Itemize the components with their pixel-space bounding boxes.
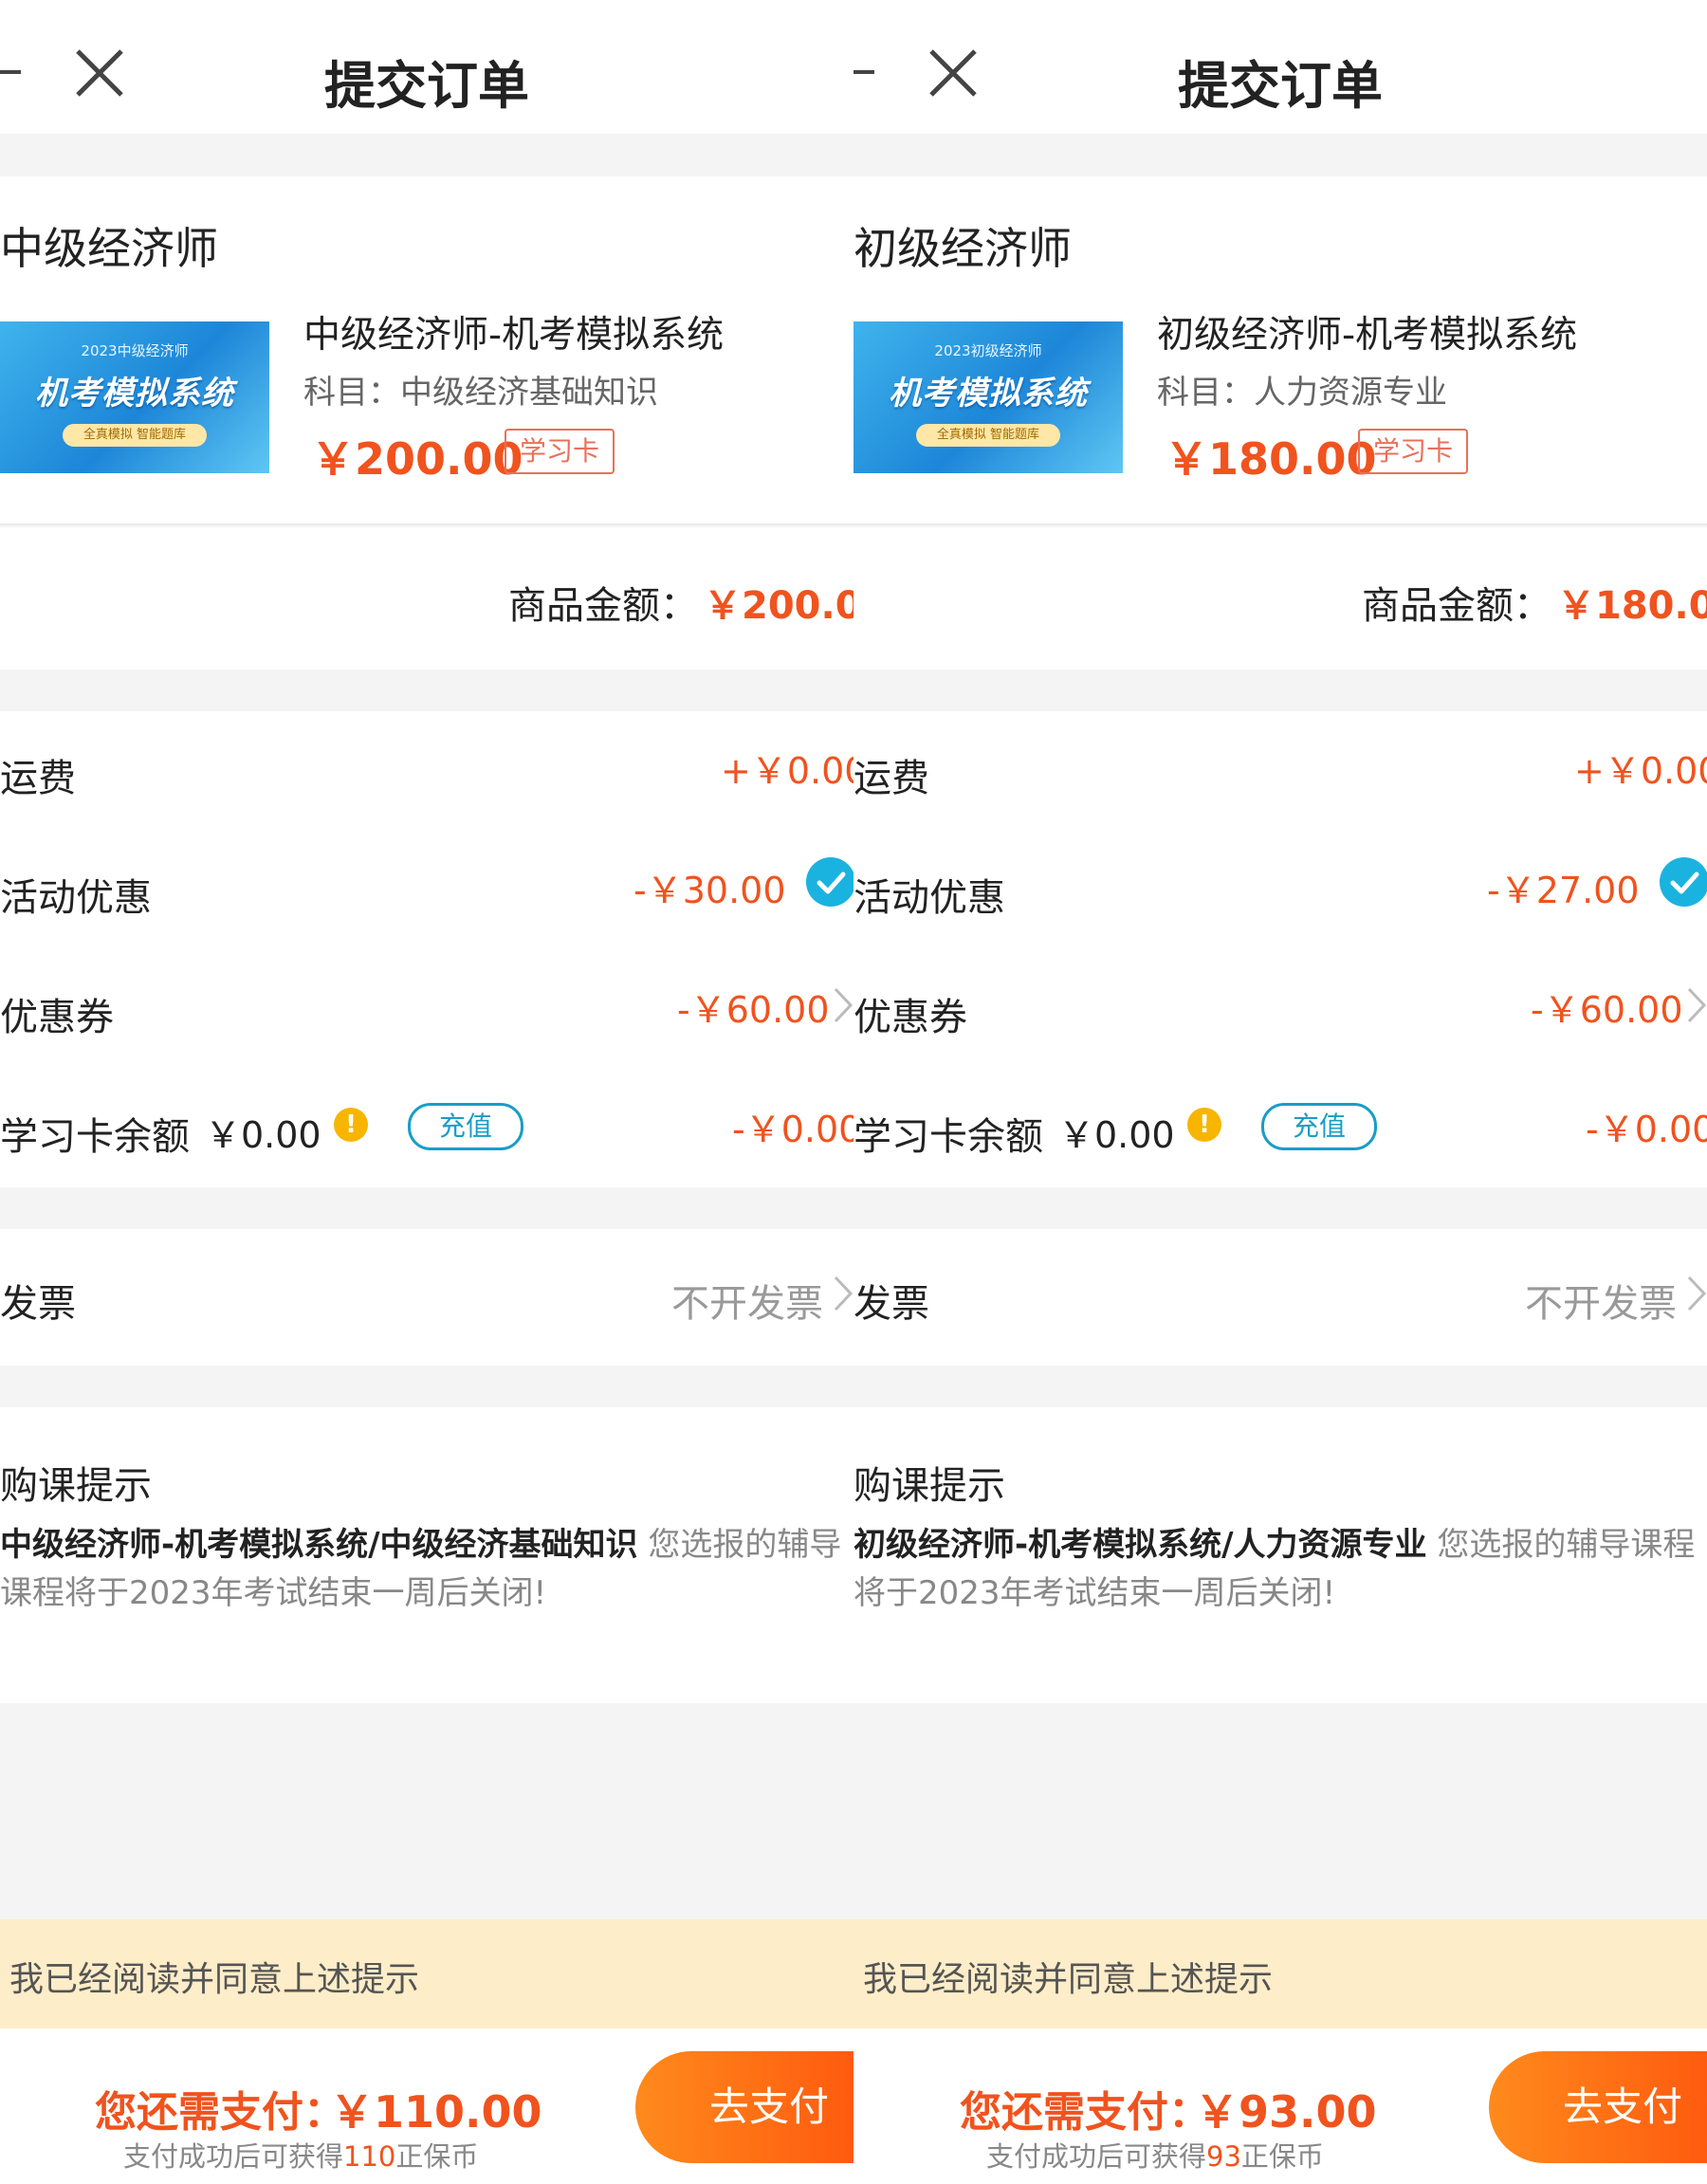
product-subject: 科目：人力资源专业 — [1157, 366, 1447, 413]
study-card-badge: 学习卡 — [1358, 429, 1468, 474]
thumbnail-tag-text: 全真模拟 智能题库 — [63, 424, 207, 447]
coupon-label: 优惠券 — [854, 986, 967, 1041]
info-icon[interactable]: ! — [1187, 1108, 1221, 1142]
invoice-row[interactable]: 发票 不开发票 — [0, 1229, 854, 1366]
thumbnail-year-text: 2023中级经济师 — [0, 340, 269, 360]
product-card: 初级经济师 2023初级经济师 机考模拟系统 全真模拟 智能题库 初级经济师-机… — [854, 176, 1707, 525]
tips-text: 初级经济师-机考模拟系统/人力资源专业 您选报的辅导课程将于2023年考试结束一… — [854, 1521, 1707, 1618]
product-name: 中级经济师-机考模拟系统 — [303, 305, 724, 358]
info-icon[interactable]: ! — [334, 1108, 368, 1142]
pay-amount: ￥93.00 — [1195, 2078, 1377, 2140]
product-price: ￥180.00 — [1165, 425, 1377, 487]
study-card-badge: 学习卡 — [505, 429, 615, 474]
tips-text: 中级经济师-机考模拟系统/中级经济基础知识 您选报的辅导课程将于2023年考试结… — [0, 1521, 854, 1618]
goods-total-value: ￥180.00 — [1557, 575, 1707, 630]
invoice-value[interactable]: 不开发票 — [1525, 1273, 1677, 1328]
study-card-balance-label: 学习卡余额 — [854, 1106, 1043, 1161]
agree-bar[interactable]: 我已经阅读并同意上述提示 — [0, 1919, 854, 2028]
invoice-row[interactable]: 发票 不开发票 — [854, 1229, 1707, 1366]
shipping-label: 运费 — [854, 747, 929, 802]
order-panel-intermediate: 提交订单 中级经济师 2023中级经济师 机考模拟系统 全真模拟 智能题库 中级… — [0, 0, 854, 2184]
chevron-right-icon[interactable] — [833, 986, 854, 1024]
coupon-label: 优惠券 — [0, 986, 114, 1041]
tips-title: 购课提示 — [854, 1455, 1005, 1510]
pay-button[interactable]: 去支付 — [1489, 2051, 1707, 2163]
product-subject: 科目：中级经济基础知识 — [303, 366, 658, 413]
thumbnail-year-text: 2023初级经济师 — [854, 340, 1123, 360]
page-title: 提交订单 — [854, 44, 1707, 119]
pay-button[interactable]: 去支付 — [635, 2051, 854, 2163]
product-thumbnail[interactable]: 2023中级经济师 机考模拟系统 全真模拟 智能题库 — [0, 321, 269, 473]
thumbnail-tag-text: 全真模拟 智能题库 — [916, 424, 1060, 447]
agree-text: 我已经阅读并同意上述提示 — [863, 1952, 1273, 2001]
product-card: 中级经济师 2023中级经济师 机考模拟系统 全真模拟 智能题库 中级经济师-机… — [0, 176, 854, 525]
product-thumbnail[interactable]: 2023初级经济师 机考模拟系统 全真模拟 智能题库 — [854, 321, 1123, 473]
divider — [854, 523, 1707, 525]
invoice-value[interactable]: 不开发票 — [671, 1273, 823, 1328]
shipping-value: +￥0.00 — [1574, 742, 1707, 794]
category-title: 初级经济师 — [854, 214, 1072, 277]
study-card-deduction-value: -￥0.00 — [732, 1100, 854, 1152]
product-name: 初级经济师-机考模拟系统 — [1157, 305, 1577, 358]
top-bar: 提交订单 — [0, 0, 854, 134]
reward-suffix: 正保币 — [1241, 2140, 1324, 2173]
recharge-button[interactable]: 充值 — [408, 1103, 523, 1150]
pay-amount: ￥110.00 — [330, 2078, 542, 2140]
pay-label: 您还需支付： — [95, 2078, 345, 2138]
reward-number: 110 — [343, 2140, 395, 2173]
promo-check-icon[interactable] — [1660, 857, 1707, 907]
tips-course-name: 初级经济师-机考模拟系统/人力资源专业 — [854, 1526, 1427, 1564]
promo-label: 活动优惠 — [854, 867, 1005, 922]
chevron-right-icon[interactable] — [1686, 1275, 1707, 1312]
category-title: 中级经济师 — [0, 214, 218, 277]
promo-value: -￥27.00 — [1487, 861, 1640, 913]
thumbnail-title-text: 机考模拟系统 — [854, 367, 1123, 413]
pay-label: 您还需支付： — [960, 2078, 1210, 2138]
reward-text: 支付成功后可获得93正保币 — [986, 2135, 1324, 2175]
product-price: ￥200.00 — [311, 425, 523, 487]
order-panel-junior: 提交订单 初级经济师 2023初级经济师 机考模拟系统 全真模拟 智能题库 初级… — [854, 0, 1707, 2184]
study-card-balance-value: ￥0.00 — [1058, 1106, 1175, 1158]
chevron-right-icon[interactable] — [1686, 986, 1707, 1024]
thumbnail-title-text: 机考模拟系统 — [0, 367, 269, 413]
page-title: 提交订单 — [0, 44, 854, 119]
payment-bar: 您还需支付： ￥93.00 支付成功后可获得93正保币 去支付 — [854, 2028, 1707, 2184]
fees-section: 运费 +￥0.00 活动优惠 -￥30.00 优惠券 -￥60.00 学习卡余额… — [0, 711, 854, 1187]
promo-check-icon[interactable] — [806, 857, 854, 907]
chevron-right-icon[interactable] — [833, 1275, 854, 1312]
promo-value: -￥30.00 — [633, 861, 786, 913]
study-card-balance-label: 学习卡余额 — [0, 1106, 190, 1161]
reward-suffix: 正保币 — [395, 2140, 478, 2173]
purchase-tips: 购课提示 中级经济师-机考模拟系统/中级经济基础知识 您选报的辅导课程将于202… — [0, 1407, 854, 1703]
invoice-label: 发票 — [854, 1273, 929, 1328]
shipping-label: 运费 — [0, 747, 76, 802]
reward-prefix: 支付成功后可获得 — [123, 2140, 343, 2173]
payment-bar: 您还需支付： ￥110.00 支付成功后可获得110正保币 去支付 — [0, 2028, 854, 2184]
recharge-button[interactable]: 充值 — [1261, 1103, 1377, 1150]
study-card-balance-value: ￥0.00 — [205, 1106, 321, 1158]
reward-text: 支付成功后可获得110正保币 — [123, 2135, 478, 2175]
reward-prefix: 支付成功后可获得 — [986, 2140, 1206, 2173]
goods-total-row: 商品金额： ￥200.00 — [0, 527, 854, 670]
tips-course-name: 中级经济师-机考模拟系统/中级经济基础知识 — [0, 1526, 638, 1564]
tips-title: 购课提示 — [0, 1455, 152, 1510]
goods-total-value: ￥200.00 — [704, 575, 854, 630]
goods-total-label: 商品金额： — [1362, 575, 1551, 630]
shipping-value: +￥0.00 — [721, 742, 854, 794]
fees-section: 运费 +￥0.00 活动优惠 -￥27.00 优惠券 -￥60.00 学习卡余额… — [854, 711, 1707, 1187]
reward-number: 93 — [1206, 2140, 1241, 2173]
invoice-label: 发票 — [0, 1273, 76, 1328]
promo-label: 活动优惠 — [0, 867, 152, 922]
agree-bar[interactable]: 我已经阅读并同意上述提示 — [854, 1919, 1707, 2028]
coupon-value[interactable]: -￥60.00 — [677, 981, 830, 1033]
coupon-value[interactable]: -￥60.00 — [1531, 981, 1683, 1033]
top-bar: 提交订单 — [854, 0, 1707, 134]
agree-text: 我已经阅读并同意上述提示 — [9, 1952, 419, 2001]
study-card-deduction-value: -￥0.00 — [1586, 1100, 1707, 1152]
goods-total-label: 商品金额： — [508, 575, 698, 630]
divider — [0, 523, 854, 525]
goods-total-row: 商品金额： ￥180.00 — [854, 527, 1707, 670]
purchase-tips: 购课提示 初级经济师-机考模拟系统/人力资源专业 您选报的辅导课程将于2023年… — [854, 1407, 1707, 1703]
